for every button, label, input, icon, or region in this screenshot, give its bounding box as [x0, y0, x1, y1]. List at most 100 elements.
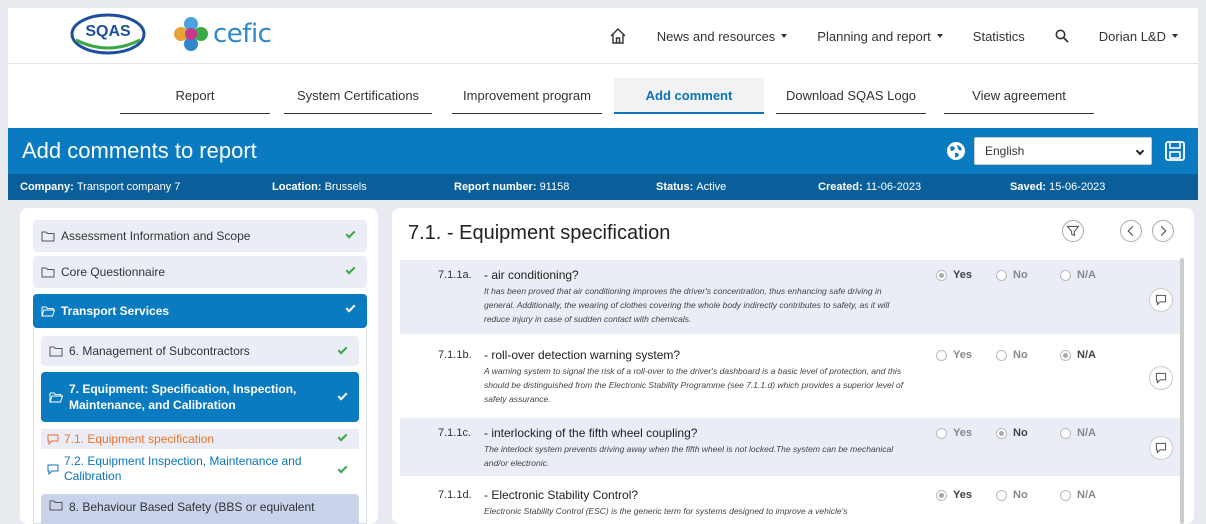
- sidebar-item-label: 6. Management of Subcontractors: [69, 344, 250, 358]
- add-comment-icon[interactable]: [1149, 436, 1173, 460]
- tab-report[interactable]: Report: [120, 78, 270, 114]
- nav-news[interactable]: News and resources: [657, 29, 788, 44]
- info-company: Company: Transport company 7: [20, 181, 181, 193]
- sqas-logo[interactable]: SQAS: [68, 12, 148, 56]
- folder-icon: [41, 267, 55, 277]
- radio-icon: [1060, 427, 1071, 439]
- radio-selected-icon: [936, 489, 947, 501]
- answer-na[interactable]: N/A: [1060, 489, 1096, 501]
- section-title: 7.1. - Equipment specification: [408, 222, 671, 244]
- radio-icon: [936, 349, 947, 361]
- sidebar-item-behaviour-safety[interactable]: 8. Behaviour Based Safety (BBS or equiva…: [41, 494, 359, 524]
- globe-icon: [947, 142, 965, 160]
- question-description: The interlock system prevents driving aw…: [484, 444, 894, 468]
- comment-icon: [47, 464, 59, 475]
- tab-view-agreement[interactable]: View agreement: [944, 78, 1094, 114]
- option-label: Yes: [953, 489, 972, 501]
- cefic-logo[interactable]: cefic: [173, 16, 272, 52]
- answer-na[interactable]: N/A: [1060, 427, 1096, 439]
- option-label: N/A: [1077, 269, 1096, 281]
- answer-no[interactable]: No: [996, 489, 1028, 501]
- question-row: 7.1.1c. - interlocking of the fifth whee…: [400, 418, 1180, 476]
- folder-open-icon: [49, 392, 63, 402]
- answer-no[interactable]: No: [996, 349, 1028, 361]
- question-number: 7.1.1b.: [438, 349, 472, 361]
- chevron-left-icon[interactable]: [1120, 220, 1142, 242]
- answer-yes[interactable]: Yes: [936, 269, 972, 281]
- sidebar-item-transport-services[interactable]: Transport Services: [33, 294, 367, 328]
- main-nav: News and resources Planning and report S…: [579, 8, 1178, 64]
- sidebar-item-label: Assessment Information and Scope: [61, 229, 251, 243]
- sidebar-item-label: Transport Services: [61, 304, 170, 318]
- sidebar-item-assessment[interactable]: Assessment Information and Scope: [33, 220, 367, 252]
- answer-yes[interactable]: Yes: [936, 489, 972, 501]
- question-text: - interlocking of the fifth wheel coupli…: [484, 426, 698, 440]
- radio-icon: [1060, 269, 1071, 281]
- sidebar-item-equipment[interactable]: 7. Equipment: Specification, Inspection,…: [41, 372, 359, 422]
- tab-improvement-program[interactable]: Improvement program: [452, 78, 602, 114]
- option-label: N/A: [1077, 489, 1096, 501]
- question-number: 7.1.1c.: [438, 427, 472, 439]
- tab-add-comment[interactable]: Add comment: [614, 78, 764, 114]
- nav-news-label: News and resources: [656, 28, 776, 44]
- sidebar-item-subcontractors[interactable]: 6. Management of Subcontractors: [41, 336, 359, 366]
- check-icon: [337, 390, 348, 401]
- nav-planning-label: Planning and report: [817, 28, 931, 44]
- folder-icon: [49, 346, 63, 356]
- question-row: 7.1.1d. - Electronic Stability Control? …: [400, 480, 1180, 524]
- language-select[interactable]: English: [974, 137, 1152, 165]
- tab-system-certifications[interactable]: System Certifications: [284, 78, 432, 114]
- info-saved: Saved: 15-06-2023: [1010, 181, 1106, 193]
- radio-icon: [996, 269, 1007, 281]
- option-label: Yes: [953, 427, 972, 439]
- option-label: Yes: [953, 349, 972, 361]
- option-label: No: [1013, 489, 1028, 501]
- answer-no[interactable]: No: [996, 427, 1028, 439]
- answer-no[interactable]: No: [996, 269, 1028, 281]
- scrollbar[interactable]: [1180, 258, 1184, 524]
- chevron-down-icon: [781, 34, 788, 38]
- question-number: 7.1.1a.: [438, 269, 472, 281]
- answer-yes[interactable]: Yes: [936, 427, 972, 439]
- top-navbar: SQAS cefic News and resources Planning a…: [8, 8, 1198, 64]
- tab-download-logo[interactable]: Download SQAS Logo: [776, 78, 926, 114]
- radio-icon: [936, 427, 947, 439]
- add-comment-icon[interactable]: [1149, 366, 1173, 390]
- filter-icon[interactable]: [1062, 220, 1084, 242]
- question-text: - Electronic Stability Control?: [484, 488, 639, 502]
- check-icon: [337, 344, 348, 355]
- nav-home[interactable]: [609, 27, 627, 45]
- question-row: 7.1.1a. - air conditioning? It has been …: [400, 260, 1180, 334]
- chevron-right-icon[interactable]: [1152, 220, 1174, 242]
- nav-planning[interactable]: Planning and report: [817, 28, 943, 44]
- save-icon[interactable]: [1164, 140, 1186, 162]
- folder-open-icon: [41, 306, 55, 316]
- cefic-flower-icon: [174, 17, 208, 51]
- answer-na[interactable]: N/A: [1060, 269, 1096, 281]
- radio-selected-icon: [936, 269, 947, 281]
- folder-icon: [41, 231, 55, 241]
- answer-na[interactable]: N/A: [1060, 349, 1096, 361]
- check-icon: [337, 431, 348, 442]
- question-text: - roll-over detection warning system?: [484, 348, 681, 362]
- answer-yes[interactable]: Yes: [936, 349, 972, 361]
- home-icon: [610, 28, 626, 44]
- cefic-wordmark: cefic: [213, 19, 272, 49]
- sidebar-subitem-equipment-inspection[interactable]: 7.2. Equipment Inspection, Maintenance a…: [41, 452, 359, 486]
- nav-statistics[interactable]: Statistics: [973, 29, 1025, 44]
- nav-user-menu[interactable]: Dorian L&D: [1099, 29, 1178, 44]
- chevron-down-icon: [936, 34, 943, 38]
- radio-selected-icon: [996, 427, 1007, 439]
- search-icon: [1055, 29, 1069, 43]
- check-icon: [345, 264, 356, 275]
- info-status: Status: Active: [656, 181, 727, 193]
- sidebar-item-label: 8. Behaviour Based Safety (BBS or equiva…: [69, 500, 315, 514]
- nav-search[interactable]: [1055, 29, 1069, 43]
- radio-icon: [996, 489, 1007, 501]
- info-report-number: Report number: 91158: [454, 181, 570, 193]
- add-comment-icon[interactable]: [1149, 288, 1173, 312]
- sidebar-subitem-equipment-spec[interactable]: 7.1. Equipment specification: [41, 429, 359, 449]
- question-description: A warning system to signal the risk of a…: [484, 366, 904, 404]
- option-label: No: [1013, 349, 1028, 361]
- sidebar-item-core-questionnaire[interactable]: Core Questionnaire: [33, 256, 367, 288]
